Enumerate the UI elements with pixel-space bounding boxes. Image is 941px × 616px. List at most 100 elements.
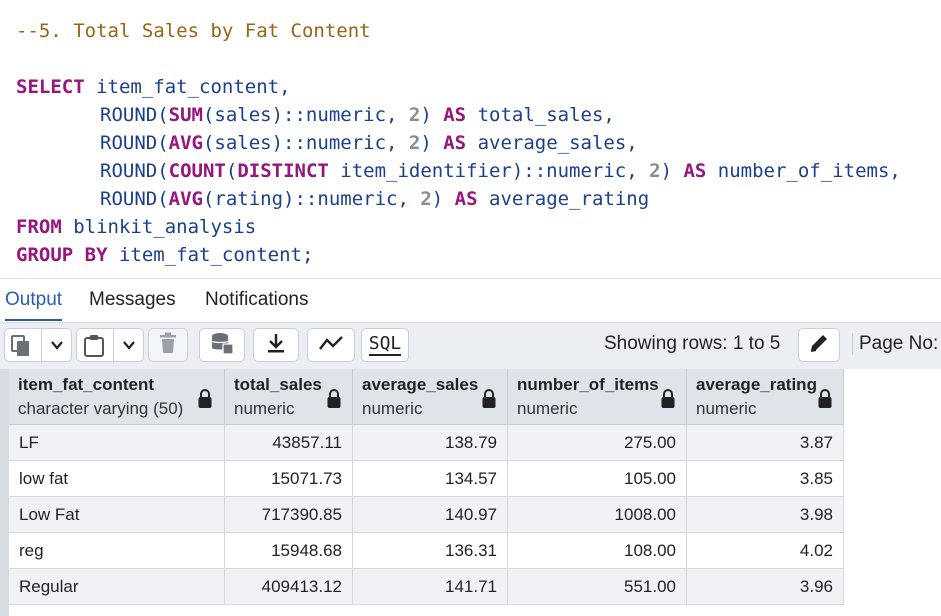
- column-header[interactable]: item_fat_content character varying (50): [9, 369, 225, 425]
- sql-keyword: GROUP BY: [16, 244, 108, 266]
- table-cell[interactable]: 43857.11: [225, 425, 353, 461]
- column-name: item_fat_content: [18, 375, 155, 394]
- sql-function: ROUND: [100, 188, 158, 210]
- table-cell[interactable]: low fat: [9, 461, 225, 497]
- table-cell[interactable]: 3.98: [687, 497, 844, 533]
- sql-view-button[interactable]: SQL: [361, 328, 409, 362]
- table-cell[interactable]: 134.57: [353, 461, 508, 497]
- sql-function: AVG: [168, 132, 203, 154]
- table-cell[interactable]: Regular: [9, 569, 225, 605]
- table-cell[interactable]: 4.02: [687, 533, 844, 569]
- sql-number: 2: [420, 188, 432, 210]
- table-cell[interactable]: 3.87: [687, 425, 844, 461]
- table-cell[interactable]: 136.31: [353, 533, 508, 569]
- chevron-down-icon[interactable]: [121, 337, 137, 358]
- table-cell[interactable]: Low Fat: [9, 497, 225, 533]
- table-cell[interactable]: 3.96: [687, 569, 844, 605]
- column-header[interactable]: average_sales numeric: [353, 369, 508, 425]
- column-name: total_sales: [234, 375, 322, 394]
- sql-keyword: AS: [443, 104, 467, 126]
- column-type: numeric: [517, 399, 578, 418]
- table-cell[interactable]: 551.00: [508, 569, 687, 605]
- sql-alias: average_rating: [477, 188, 650, 210]
- sql-keyword: FROM: [16, 216, 62, 238]
- sql-paren: (: [157, 188, 169, 210]
- table-cell[interactable]: 15071.73: [225, 461, 353, 497]
- copy-icon[interactable]: [9, 335, 33, 362]
- table-cell[interactable]: LF: [9, 425, 225, 461]
- sql-line-average-rating: ROUND(AVG(rating)::numeric, 2) AS averag…: [100, 185, 649, 213]
- sql-function: AVG: [168, 188, 203, 210]
- chevron-down-icon[interactable]: [49, 337, 65, 358]
- sql-number: 2: [649, 160, 661, 182]
- row-number-column: [0, 369, 9, 616]
- table-cell[interactable]: 275.00: [508, 425, 687, 461]
- copy-button-group: [4, 328, 72, 363]
- paste-button-group: [76, 328, 144, 363]
- pencil-icon: [808, 332, 830, 359]
- column-header[interactable]: total_sales numeric: [225, 369, 353, 425]
- result-toolbar: SQL Showing rows: 1 to 5 Page No:: [0, 322, 941, 370]
- column-header[interactable]: average_rating numeric: [687, 369, 844, 425]
- tab-notifications[interactable]: Notifications: [205, 287, 309, 319]
- tab-output[interactable]: Output: [5, 287, 63, 321]
- table-cell[interactable]: reg: [9, 533, 225, 569]
- sql-function: ROUND: [100, 132, 158, 154]
- sql-keyword: DISTINCT: [237, 160, 329, 182]
- lock-icon: [660, 389, 676, 414]
- column-name: number_of_items: [517, 375, 659, 394]
- sql-line-from: FROM blinkit_analysis: [16, 213, 256, 241]
- sql-line-number-of-items: ROUND(COUNT(DISTINCT item_identifier)::n…: [100, 157, 901, 185]
- sql-paren: ): [431, 188, 455, 210]
- sql-paren: (: [157, 160, 169, 182]
- table-cell[interactable]: 140.97: [353, 497, 508, 533]
- sql-editor[interactable]: --5. Total Sales by Fat Content SELECT i…: [0, 0, 941, 276]
- line-chart-icon: [318, 334, 344, 357]
- table-cell[interactable]: 141.71: [353, 569, 508, 605]
- sql-function: ROUND: [100, 160, 158, 182]
- trash-icon: [159, 332, 177, 359]
- sql-paren: (: [157, 132, 169, 154]
- table-cell[interactable]: 1008.00: [508, 497, 687, 533]
- table-cell[interactable]: 717390.85: [225, 497, 353, 533]
- clipboard-icon[interactable]: [83, 334, 105, 363]
- sql-alias: total_sales,: [466, 104, 615, 126]
- sql-keyword: AS: [683, 160, 707, 182]
- download-button[interactable]: [253, 328, 299, 362]
- lock-icon: [326, 389, 342, 414]
- sql-text: (sales)::numeric,: [202, 132, 409, 154]
- sql-function: ROUND: [100, 104, 158, 126]
- table-cell[interactable]: 108.00: [508, 533, 687, 569]
- sql-line-average-sales: ROUND(AVG(sales)::numeric, 2) AS average…: [100, 129, 638, 157]
- table-cell[interactable]: 105.00: [508, 461, 687, 497]
- sql-paren: ): [420, 132, 444, 154]
- edit-rows-button[interactable]: [798, 328, 840, 362]
- sql-keyword: AS: [454, 188, 478, 210]
- sql-number: 2: [408, 104, 421, 126]
- sql-text: item_fat_content;: [107, 244, 314, 266]
- sql-paren: ): [660, 160, 684, 182]
- sql-keyword: SELECT: [16, 76, 85, 98]
- table-cell[interactable]: 409413.12: [225, 569, 353, 605]
- tab-messages[interactable]: Messages: [89, 287, 176, 319]
- table-cell[interactable]: 138.79: [353, 425, 508, 461]
- column-name: average_sales: [362, 375, 479, 394]
- sql-comment-line: --5. Total Sales by Fat Content: [16, 20, 371, 42]
- sql-alias: number_of_items,: [706, 160, 901, 182]
- save-data-button[interactable]: [199, 328, 245, 362]
- column-header[interactable]: number_of_items numeric: [508, 369, 687, 425]
- sql-line-group-by: GROUP BY item_fat_content;: [16, 241, 313, 269]
- column-type: numeric: [696, 399, 757, 418]
- table-cell[interactable]: 3.85: [687, 461, 844, 497]
- column-name: average_rating: [696, 375, 817, 394]
- delete-button[interactable]: [148, 328, 188, 362]
- sql-function: SUM: [168, 104, 203, 126]
- result-grid: item_fat_content character varying (50) …: [0, 369, 941, 616]
- download-icon: [265, 332, 287, 359]
- table-cell[interactable]: 15948.68: [225, 533, 353, 569]
- sql-number: 2: [408, 132, 421, 154]
- sql-alias: average_sales,: [466, 132, 638, 154]
- sql-text: (sales)::numeric,: [202, 104, 409, 126]
- sql-keyword: AS: [443, 132, 467, 154]
- graph-visualiser-button[interactable]: [307, 328, 355, 362]
